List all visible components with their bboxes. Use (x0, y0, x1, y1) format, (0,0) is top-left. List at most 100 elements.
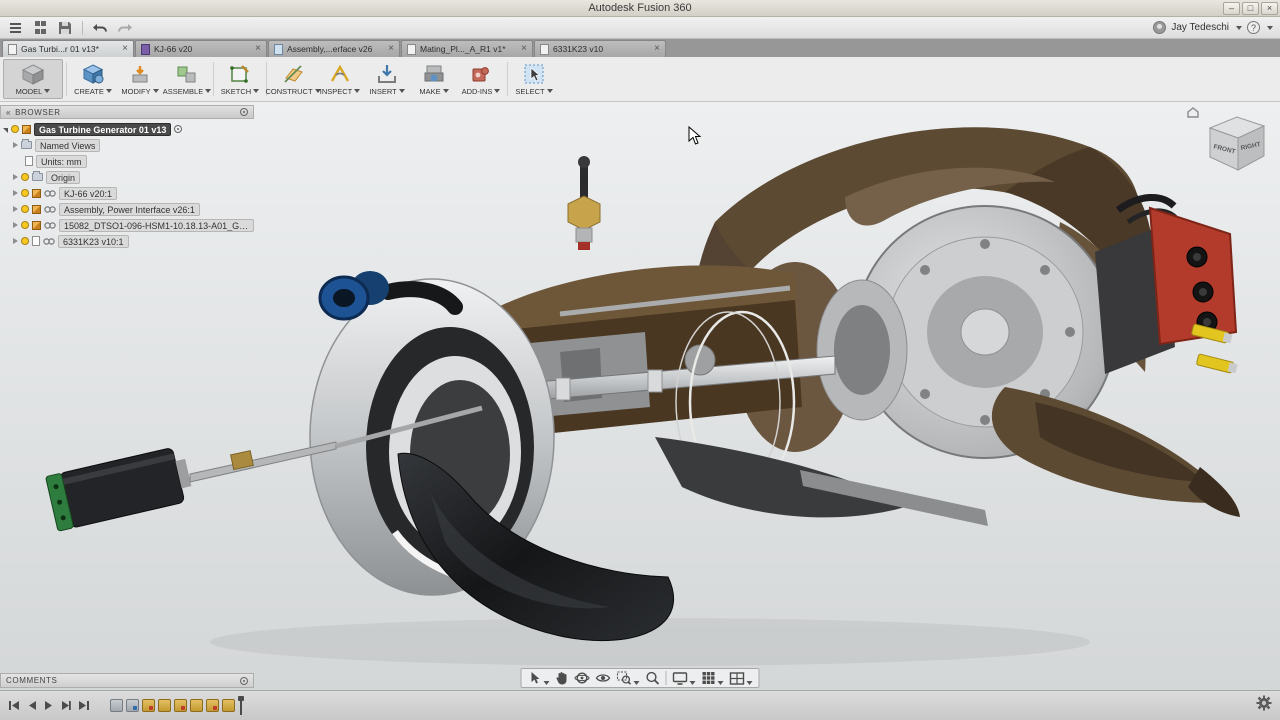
maximize-button[interactable]: □ (1242, 2, 1259, 15)
visibility-bulb-icon[interactable] (11, 125, 19, 133)
ribbon-insert[interactable]: INSERT (364, 59, 410, 99)
ribbon-create[interactable]: CREATE (70, 59, 116, 99)
ribbon-inspect[interactable]: INSPECT (317, 59, 363, 99)
modify-icon (129, 63, 151, 85)
timeline-settings-gear-icon[interactable] (1256, 695, 1272, 716)
component-icon (32, 205, 41, 214)
ribbon-select[interactable]: SELECT (511, 59, 557, 99)
visibility-bulb-icon[interactable] (21, 189, 29, 197)
close-button[interactable]: × (1261, 2, 1278, 15)
grid-settings-icon[interactable] (702, 671, 724, 685)
visibility-bulb-icon[interactable] (21, 237, 29, 245)
save-icon[interactable] (57, 20, 73, 36)
caret-down-icon (547, 89, 553, 93)
collapse-icon[interactable]: « (6, 108, 11, 117)
comments-bar[interactable]: COMMENTS (0, 673, 254, 688)
expand-arrow-icon[interactable] (13, 222, 18, 228)
tree-row-origin[interactable]: Origin (0, 169, 254, 185)
browser-tree: Gas Turbine Generator 01 v13 Named Views… (0, 119, 254, 249)
look-at-icon[interactable] (596, 672, 611, 684)
menu-icon[interactable] (7, 20, 23, 36)
timeline-joint-icon[interactable] (190, 699, 203, 712)
ribbon-separator (66, 62, 67, 96)
tab-6331k23[interactable]: 6331K23 v10 × (534, 40, 666, 57)
tree-row-units[interactable]: Units: mm (0, 153, 254, 169)
visibility-bulb-icon[interactable] (21, 221, 29, 229)
help-caret-icon[interactable] (1267, 26, 1273, 30)
help-icon[interactable]: ? (1247, 21, 1260, 34)
display-settings-icon[interactable] (673, 672, 696, 685)
expand-arrow-icon[interactable] (13, 190, 18, 196)
tree-row-root[interactable]: Gas Turbine Generator 01 v13 (0, 121, 254, 137)
tab-close-icon[interactable]: × (388, 44, 394, 54)
root-document-label[interactable]: Gas Turbine Generator 01 v13 (34, 123, 171, 136)
go-to-end-icon[interactable] (78, 700, 90, 711)
tab-close-icon[interactable]: × (654, 44, 660, 54)
tab-close-icon[interactable]: × (255, 44, 261, 54)
timeline-joint-icon[interactable] (142, 699, 155, 712)
timeline-joint-icon[interactable] (158, 699, 171, 712)
select-cursor-icon[interactable] (528, 671, 550, 685)
viewport-canvas[interactable]: « BROWSER Gas Turbine Generator 01 v13 N… (0, 102, 1280, 690)
visibility-bulb-icon[interactable] (21, 205, 29, 213)
timeline-position-marker[interactable] (240, 697, 242, 715)
redo-icon[interactable] (117, 20, 133, 36)
ribbon-make[interactable]: MAKE (411, 59, 457, 99)
expand-arrow-icon[interactable] (13, 142, 18, 148)
tab-mating-plate[interactable]: Mating_Pl..._A_R1 v1* × (401, 40, 533, 57)
ribbon-sketch[interactable]: SKETCH (217, 59, 263, 99)
user-avatar[interactable] (1153, 21, 1166, 34)
go-to-start-icon[interactable] (8, 700, 20, 711)
tree-row-named-views[interactable]: Named Views (0, 137, 254, 153)
tree-row-kj66[interactable]: KJ-66 v20:1 (0, 185, 254, 201)
tab-close-icon[interactable]: × (122, 44, 128, 54)
ribbon-modify[interactable]: MODIFY (117, 59, 163, 99)
tree-row-15082-dtso1[interactable]: 15082_DTSO1-096-HSM1-10.18.13-A01_Ge... (0, 217, 254, 233)
expand-arrow-icon[interactable] (3, 128, 8, 133)
undo-icon[interactable] (92, 20, 108, 36)
link-icon (44, 206, 56, 213)
ribbon-addins[interactable]: ADD-INS (458, 59, 504, 99)
tab-assembly[interactable]: Assembly,...erface v26 × (268, 40, 400, 57)
minimize-button[interactable]: – (1223, 2, 1240, 15)
a360-document-icon (141, 44, 150, 55)
user-caret-icon[interactable] (1236, 26, 1242, 30)
data-panel-icon[interactable] (32, 20, 48, 36)
zoom-icon[interactable] (646, 671, 660, 685)
timeline-feature-icon[interactable] (110, 699, 123, 712)
timeline-joint-icon[interactable] (222, 699, 235, 712)
home-icon[interactable] (1188, 108, 1198, 117)
visibility-bulb-icon[interactable] (21, 173, 29, 181)
ribbon-model-workspace[interactable]: MODEL (3, 59, 63, 99)
timeline-feature-icon[interactable] (126, 699, 139, 712)
orbit-icon[interactable] (575, 671, 590, 685)
browser-header[interactable]: « BROWSER (0, 105, 254, 119)
browser-options-icon[interactable] (240, 108, 248, 116)
step-forward-icon[interactable] (61, 700, 71, 711)
tree-row-assembly-power-interface[interactable]: Assembly, Power Interface v26:1 (0, 201, 254, 217)
tree-row-6331k23[interactable]: 6331K23 v10:1 (0, 233, 254, 249)
tab-kj66[interactable]: KJ-66 v20 × (135, 40, 267, 57)
step-back-icon[interactable] (27, 700, 37, 711)
play-icon[interactable] (44, 700, 54, 711)
expand-arrow-icon[interactable] (13, 206, 18, 212)
timeline-joint-icon[interactable] (206, 699, 219, 712)
timeline-joint-icon[interactable] (174, 699, 187, 712)
expand-arrow-icon[interactable] (13, 174, 18, 180)
ribbon-construct[interactable]: CONSTRUCT (270, 59, 316, 99)
ribbon-assemble[interactable]: ASSEMBLE (164, 59, 210, 99)
expand-arrow-icon[interactable] (13, 238, 18, 244)
viewports-icon[interactable] (730, 672, 753, 685)
model-workspace-icon (21, 63, 45, 85)
pan-hand-icon[interactable] (556, 671, 569, 685)
comments-options-icon[interactable] (240, 677, 248, 685)
viewcube[interactable]: FRONT RIGHT (1182, 106, 1272, 184)
user-name[interactable]: Jay Tedeschi (1171, 22, 1229, 33)
timeline-features (110, 697, 242, 715)
activate-radio-icon[interactable] (174, 125, 182, 133)
link-icon (43, 238, 55, 245)
zoom-window-icon[interactable] (617, 671, 640, 685)
inspect-icon (329, 63, 351, 85)
tab-close-icon[interactable]: × (521, 44, 527, 54)
tab-gas-turbine[interactable]: Gas Turbi...r 01 v13* × (2, 40, 134, 57)
